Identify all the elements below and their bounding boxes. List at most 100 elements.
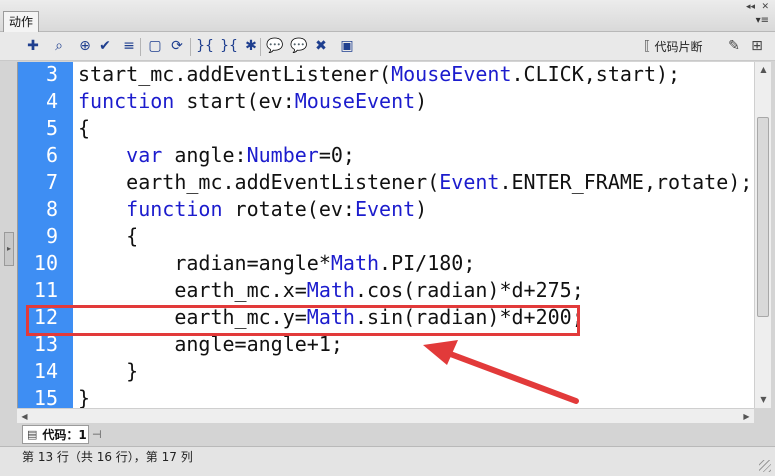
code-token: earth_mc.y= — [78, 305, 307, 329]
show-hide-toolbox-icon[interactable]: ▣ — [338, 37, 356, 55]
code-token: rotate(ev: — [222, 197, 355, 221]
scroll-up-icon[interactable]: ▲ — [755, 62, 772, 78]
scroll-down-icon[interactable]: ▼ — [755, 392, 772, 408]
code-text: var angle:Number=0; — [78, 142, 355, 169]
actions-toolbar: ✚ ⌕ ⊕ ✔ ≡ ▢ ⟳}{}{✱ 💬 💬 ✖ ▣ ⟦ 代码片断 ✎ ⊞ — [0, 32, 775, 61]
vertical-scroll-thumb[interactable] — [757, 117, 769, 317]
code-line[interactable]: 14 } — [18, 358, 754, 385]
line-number: 5 — [45, 116, 58, 140]
code-token: earth_mc.addEventListener( — [78, 170, 440, 194]
code-text: earth_mc.addEventListener(Event.ENTER_FR… — [78, 169, 752, 196]
type-token: Event — [354, 197, 416, 221]
toolbar-separator — [260, 38, 261, 56]
type-token: Math — [306, 278, 355, 302]
code-hint-icon[interactable]: ▢ — [146, 37, 164, 55]
code-line[interactable]: 3 start_mc.addEventListener(MouseEvent.CL… — [18, 62, 754, 88]
code-text: function rotate(ev:Event) — [78, 196, 427, 223]
resize-grip-icon[interactable] — [759, 460, 771, 472]
code-line[interactable]: 13 angle=angle+1; — [18, 331, 754, 358]
code-snippets-button[interactable]: ⟦ 代码片断 — [644, 38, 702, 56]
code-text: function start(ev:MouseEvent) — [78, 88, 427, 115]
code-token: } — [78, 386, 91, 408]
code-text: start_mc.addEventListener(MouseEvent.CLI… — [78, 62, 680, 88]
target-icon[interactable]: ⊕ — [76, 37, 94, 55]
close-panel-icon[interactable]: ✕ — [761, 2, 769, 12]
pin-script-icon[interactable]: ⊣ — [92, 428, 102, 441]
code-token: start(ev: — [174, 89, 295, 113]
code-token: start_mc.addEventListener( — [78, 62, 392, 86]
code-token: { — [78, 116, 91, 140]
toolbar-separator — [190, 38, 191, 56]
type-token: MouseEvent — [391, 62, 512, 86]
code-text: earth_mc.x=Math.cos(radian)*d+275; — [78, 277, 584, 304]
line-number: 11 — [33, 278, 58, 302]
keyword-token: function — [78, 89, 175, 113]
code-line[interactable]: 5{ — [18, 115, 754, 142]
code-token: angle: — [162, 143, 247, 167]
code-editor[interactable]: 3 start_mc.addEventListener(MouseEvent.CL… — [17, 62, 754, 408]
add-statement-icon[interactable]: ✚ — [24, 37, 42, 55]
cursor-position-text: 第 13 行（共 16 行），第 17 列 — [22, 450, 193, 464]
tab-actions[interactable]: 动作 — [3, 11, 39, 32]
code-line[interactable]: 9 { — [18, 223, 754, 250]
code-token: ) — [415, 89, 428, 113]
toolbar-separator — [140, 38, 141, 56]
expand-all-icon[interactable]: ✱ — [242, 37, 260, 55]
line-number: 10 — [33, 251, 58, 275]
code-line[interactable]: 10 radian=angle*Math.PI/180; — [18, 250, 754, 277]
code-line[interactable]: 8 function rotate(ev:Event) — [18, 196, 754, 223]
code-tab-label: 代码：1 — [42, 428, 87, 442]
code-token: { — [78, 224, 139, 248]
code-token: .CLICK,start); — [511, 62, 681, 86]
code-line[interactable]: 15} — [18, 385, 754, 408]
code-token: .PI/180; — [379, 251, 476, 275]
horizontal-scrollbar[interactable]: ◀ ▶ — [17, 408, 754, 423]
code-token: radian=angle* — [78, 251, 331, 275]
vertical-scrollbar[interactable]: ▲ ▼ — [754, 62, 771, 408]
code-snippets-icon: ⟦ — [644, 39, 651, 54]
collapse-between-icon[interactable]: }{ — [196, 37, 214, 55]
code-token: .cos(radian)*d+275; — [354, 278, 584, 302]
help-icon[interactable]: ⊞ — [748, 37, 766, 55]
code-line[interactable]: 7 earth_mc.addEventListener(Event.ENTER_… — [18, 169, 754, 196]
script-file-icon: ▤ — [27, 428, 38, 441]
toolbox-toggle-handle[interactable]: ▸ — [4, 232, 14, 266]
line-number: 12 — [33, 305, 58, 329]
code-text: } — [78, 358, 138, 385]
panel-menu-icon[interactable]: ▾≡ — [756, 15, 769, 26]
scroll-right-icon[interactable]: ▶ — [739, 409, 754, 424]
code-token: .sin(radian)*d+200; — [354, 305, 584, 329]
code-token: .ENTER_FRAME,rotate); — [499, 170, 753, 194]
code-line[interactable]: 6 var angle:Number=0; — [18, 142, 754, 169]
type-token: Math — [330, 251, 380, 275]
code-text: radian=angle*Math.PI/180; — [78, 250, 475, 277]
code-text: } — [78, 385, 90, 408]
scroll-left-icon[interactable]: ◀ — [17, 409, 32, 424]
code-line[interactable]: 4 function start(ev:MouseEvent) — [18, 88, 754, 115]
code-line[interactable]: 12 earth_mc.y=Math.sin(radian)*d+200; — [18, 304, 754, 331]
line-number: 6 — [45, 143, 58, 167]
remove-comment-icon[interactable]: ✖ — [312, 37, 330, 55]
check-syntax-icon[interactable]: ✔ — [96, 37, 114, 55]
auto-format-icon[interactable]: ≡ — [120, 37, 138, 55]
collapse-panel-icon[interactable]: ◂◂ — [746, 2, 755, 12]
code-text: { — [78, 115, 90, 142]
code-token: ) — [415, 197, 428, 221]
line-number: 8 — [45, 197, 58, 221]
code-snippets-label: 代码片断 — [654, 40, 703, 54]
collapse-selection-icon[interactable]: }{ — [220, 37, 238, 55]
debug-icon[interactable]: ⟳ — [168, 37, 186, 55]
code-token: } — [78, 359, 139, 383]
wand-icon[interactable]: ✎ — [725, 37, 743, 55]
apply-line-comment-icon[interactable]: 💬 — [290, 37, 308, 55]
status-bar: 第 13 行（共 16 行），第 17 列 — [0, 446, 775, 476]
script-tabs-bar: ▤ 代码：1 ⊣ — [0, 423, 775, 445]
find-icon[interactable]: ⌕ — [50, 37, 68, 55]
type-token: Event — [439, 170, 500, 194]
tab-code-1[interactable]: ▤ 代码：1 — [22, 425, 89, 444]
keyword-token: function — [126, 197, 223, 221]
apply-block-comment-icon[interactable]: 💬 — [266, 37, 284, 55]
code-line[interactable]: 11 earth_mc.x=Math.cos(radian)*d+275; — [18, 277, 754, 304]
